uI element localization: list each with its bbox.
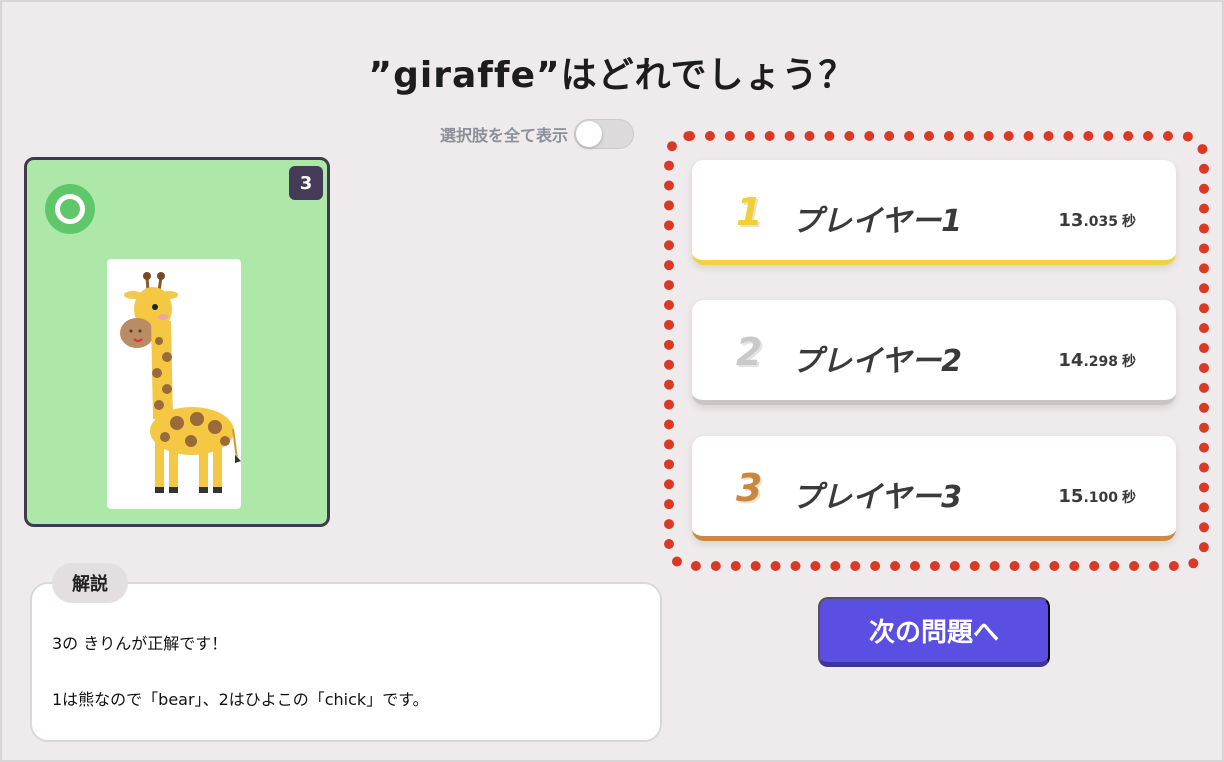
giraffe-icon	[120, 272, 241, 493]
ranking-card-3: 3 プレイヤー3 15.100 秒	[692, 436, 1176, 541]
explanation-line-1: 3の きりんが正解です！	[52, 634, 228, 653]
rank-number: 2	[736, 330, 763, 374]
rank-number: 3	[736, 466, 763, 510]
player-name: プレイヤー1	[792, 204, 962, 239]
explanation-tab: 解説	[52, 563, 128, 603]
show-all-choices-toggle[interactable]	[574, 119, 635, 149]
giraffe-image	[107, 259, 241, 509]
explanation-line-2: 1は熊なので「bear」、2はひよこの「chick」です。	[52, 690, 429, 709]
answer-time: 14.298 秒	[1058, 350, 1136, 371]
answer-card: 3	[24, 157, 330, 527]
card-number-badge: 3	[289, 166, 323, 200]
show-all-choices-label: 選択肢を全て表示	[440, 126, 569, 145]
show-all-choices-toggle-group: 選択肢を全て表示	[440, 118, 635, 150]
next-question-button[interactable]: 次の問題へ	[818, 597, 1050, 667]
question-title: ”giraffe”はどれでしょう？	[368, 55, 856, 96]
rank-number: 1	[736, 190, 763, 234]
ranking-card-1: 1 プレイヤー1 13.035 秒	[692, 160, 1176, 265]
answer-time: 13.035 秒	[1058, 210, 1136, 231]
explanation-box	[30, 582, 662, 742]
answer-time: 15.100 秒	[1058, 486, 1136, 507]
player-name: プレイヤー2	[792, 344, 962, 379]
correct-circle-icon	[45, 184, 95, 234]
player-name: プレイヤー3	[792, 480, 962, 515]
toggle-knob	[576, 121, 603, 147]
ranking-card-2: 2 プレイヤー2 14.298 秒	[692, 300, 1176, 405]
